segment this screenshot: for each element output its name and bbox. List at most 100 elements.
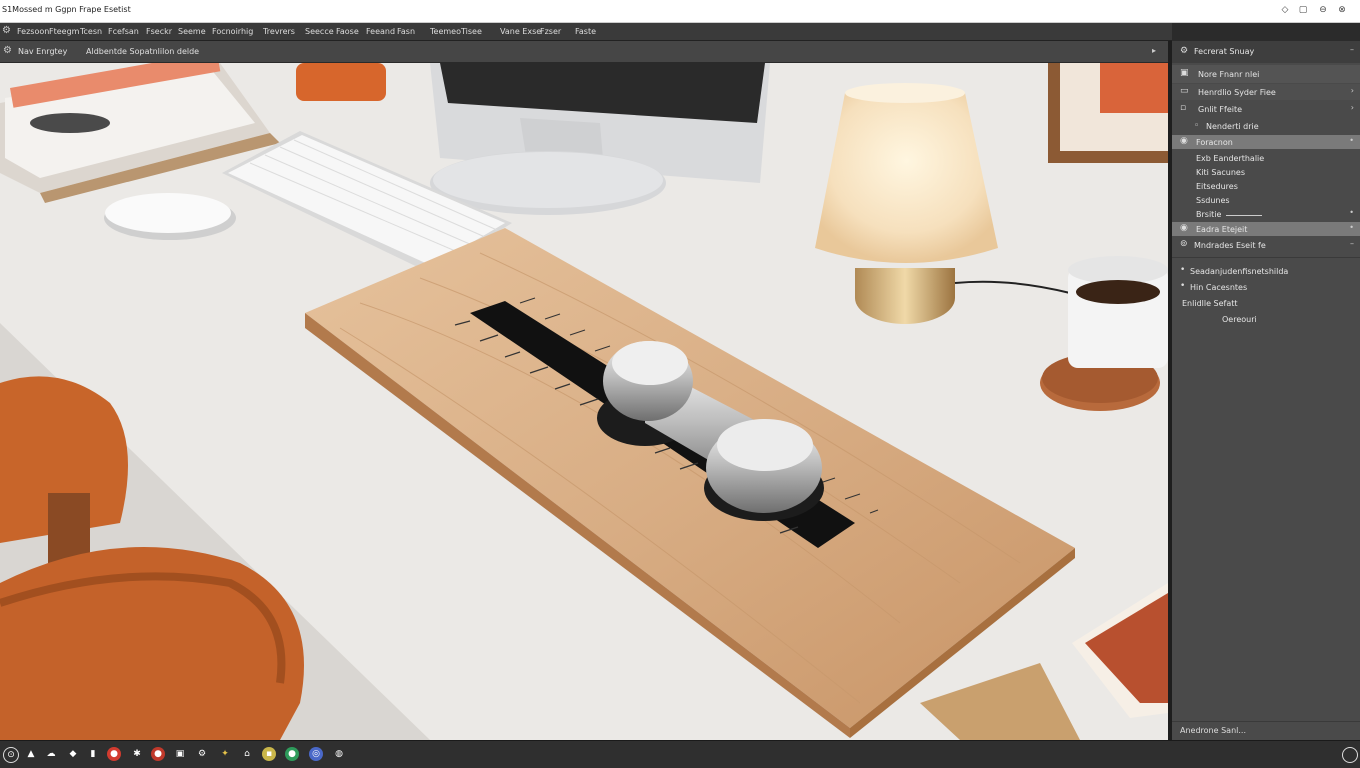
list-item[interactable]: • Seadanjudenfisnetshilda [1172, 264, 1360, 278]
panel-row-selected-1[interactable]: ◉ Foracnon • [1172, 135, 1360, 149]
menu-item-15[interactable]: Vane Exse [500, 27, 541, 36]
folder-icon[interactable]: ▪ [262, 747, 276, 761]
panel-divider [1172, 257, 1360, 258]
browser-icon[interactable]: ◎ [309, 747, 323, 761]
layer-icon: ◉ [1180, 136, 1188, 146]
panel-sub-1[interactable]: Exb Eanderthalie [1172, 151, 1360, 165]
gear-icon[interactable]: ⚙ [2, 25, 11, 36]
gear-icon[interactable]: ⚙ [1180, 46, 1188, 56]
panel-sub-5[interactable]: Brsitie • [1172, 207, 1360, 221]
chevron-down-icon[interactable]: ▸ [1152, 46, 1156, 55]
game-icon[interactable]: ◆ [66, 747, 80, 761]
bullet-icon: • [1180, 281, 1186, 291]
cloud-icon[interactable]: ☁ [44, 747, 58, 761]
menu-item-5[interactable]: Fseckr [146, 27, 172, 36]
home-icon[interactable]: ⌂ [240, 747, 254, 761]
close-icon[interactable]: ⊗ [1336, 4, 1348, 16]
app-icon-red-2[interactable]: ● [151, 747, 165, 761]
settings-icon[interactable]: ⚙ [195, 747, 209, 761]
menu-item-14[interactable]: Tisee [461, 27, 482, 36]
chat-icon[interactable]: ▣ [173, 747, 187, 761]
menu-item-12[interactable]: Fasn [397, 27, 415, 36]
panel-header: ⚙ Fecrerat Snuay – [1172, 41, 1360, 63]
list-item-4-label: Oereouri [1222, 315, 1257, 324]
dot-icon[interactable]: • [1349, 136, 1354, 145]
list-item-2-label: Hin Cacesntes [1190, 283, 1248, 292]
tool-options-bar: ⚙ Nav Enrgtey Aldbentde Sopatnlilon deld… [0, 41, 1172, 63]
image-canvas[interactable] [0, 63, 1168, 740]
panel-row-1-label: Nore Fnanr nlei [1198, 70, 1260, 79]
menu-item-6[interactable]: Seeme [178, 27, 206, 36]
bug-icon[interactable]: ✱ [130, 747, 144, 761]
panel-row-2[interactable]: ▭ Henrdlio Syder Fiee › [1172, 84, 1360, 100]
panel-row-7-label: Mndrades Eseit fe [1194, 241, 1266, 250]
taskbar: ⊙ ▲ ☁ ◆ ▮ ● ● ✱ ▣ ⚙ ✦ ⌂ ▪ ● ◎ ◍ [0, 740, 1360, 768]
folder-icon: ▫ [1180, 103, 1187, 113]
panel-sub-4[interactable]: Ssdunes [1172, 193, 1360, 207]
menu-item-7[interactable]: Focnoirhig [212, 27, 253, 36]
panel-sub-5-label: Brsitie [1196, 210, 1222, 219]
mode-label[interactable]: Nav Enrgtey [18, 47, 67, 56]
app-icon-green[interactable]: ● [285, 747, 299, 761]
restore-icon[interactable]: ▢ [1297, 4, 1309, 16]
panel-menu-icon[interactable]: – [1350, 45, 1354, 54]
panel-sub-1-label: Exb Eanderthalie [1196, 154, 1265, 163]
panel-sub-2[interactable]: Kiti Sacunes [1172, 165, 1360, 179]
minimize-icon[interactable]: ⊖ [1317, 4, 1329, 16]
panel-row-6-label: Eadra Etejeit [1196, 225, 1248, 234]
menu-item-8[interactable]: Trevrers [263, 27, 295, 36]
menu-item-2[interactable]: Fteegm [49, 27, 79, 36]
menu-item-4[interactable]: Fcefsan [108, 27, 139, 36]
list-item[interactable]: Enlidlle Sefatt [1172, 296, 1360, 310]
panel-row-4[interactable]: ◦ Nenderti drie [1172, 118, 1360, 134]
app-icon-red[interactable]: ● [107, 747, 121, 761]
menu-item-16[interactable]: Fzser [540, 27, 561, 36]
panel-row-5-label: Foracnon [1196, 138, 1233, 147]
panel-menu-icon[interactable]: – [1350, 239, 1354, 248]
dot-icon[interactable]: • [1349, 223, 1354, 232]
menu-item-3[interactable]: Tcesn [80, 27, 102, 36]
panel-row-3-label: Gnlit Ffeite [1198, 105, 1243, 114]
panel-sub-4-label: Ssdunes [1196, 196, 1230, 205]
settings-icon[interactable]: ⚙ [3, 45, 12, 56]
panel-sub-3[interactable]: Eitsedures [1172, 179, 1360, 193]
dot-icon[interactable]: • [1349, 208, 1354, 217]
start-icon[interactable]: ⊙ [3, 747, 19, 763]
image-icon: ▣ [1180, 68, 1189, 78]
bullet-icon: • [1180, 265, 1186, 275]
message-icon[interactable]: ◍ [332, 747, 346, 761]
chevron-right-icon[interactable]: › [1351, 86, 1354, 95]
menu-item-10[interactable]: Faose [336, 27, 359, 36]
status-text: Anedrone Sanl... [1180, 726, 1246, 735]
chevron-right-icon[interactable]: › [1351, 103, 1354, 112]
panel-row-selected-2[interactable]: ◉ Eadra Etejeit • [1172, 222, 1360, 236]
notification-icon[interactable] [1342, 747, 1358, 763]
title-bar: S1Mossed m Ggpn Frape Esetist ◇ ▢ ⊖ ⊗ [0, 0, 1360, 23]
panel-title: Fecrerat Snuay [1194, 47, 1255, 56]
layers-panel: ⚙ Fecrerat Snuay – ▣ Nore Fnanr nlei ▭ H… [1172, 41, 1360, 740]
menu-item-9[interactable]: Seecce [305, 27, 334, 36]
menu-item-13[interactable]: Teemeo [430, 27, 461, 36]
star-icon[interactable]: ✦ [218, 747, 232, 761]
eye-icon[interactable]: ◦ [1194, 121, 1199, 131]
list-item-1-label: Seadanjudenfisnetshilda [1190, 267, 1289, 276]
layer-icon: ◉ [1180, 223, 1188, 233]
opacity-slider[interactable] [1226, 215, 1262, 216]
menu-item-11[interactable]: Feeand [366, 27, 395, 36]
window-title: S1Mossed m Ggpn Frape Esetist [2, 5, 131, 14]
layer-icon: ▭ [1180, 86, 1189, 96]
panel-row-1[interactable]: ▣ Nore Fnanr nlei [1172, 65, 1360, 83]
panel-divider [1172, 721, 1360, 722]
panel-row-2-label: Henrdlio Syder Fiee [1198, 88, 1276, 97]
list-item[interactable]: • Hin Cacesntes [1172, 280, 1360, 294]
hint-label: Aldbentde Sopatnlilon delde [86, 47, 200, 56]
list-item[interactable]: Oereouri [1172, 312, 1360, 326]
diamond-icon[interactable]: ◇ [1279, 4, 1291, 16]
tool-icon[interactable]: ▲ [24, 747, 38, 761]
bookmark-icon[interactable]: ▮ [86, 747, 100, 761]
panel-row-3[interactable]: ▫ Gnlit Ffeite › [1172, 101, 1360, 117]
menu-item-17[interactable]: Faste [575, 27, 596, 36]
menu-item-1[interactable]: Fezsoon [17, 27, 49, 36]
panel-sub-2-label: Kiti Sacunes [1196, 168, 1245, 177]
panel-row-7[interactable]: ⊚ Mndrades Eseit fe – [1172, 238, 1360, 252]
